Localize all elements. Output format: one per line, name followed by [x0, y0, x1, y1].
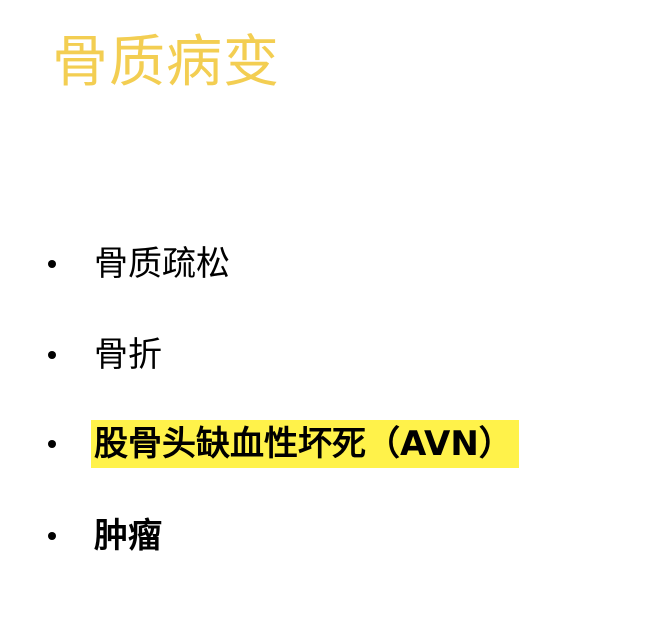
bullet-dot-icon: [48, 440, 56, 448]
bullet-dot-icon: [48, 260, 56, 268]
bullet-text: 肿瘤: [94, 516, 162, 556]
bullet-item-2: 骨折: [0, 331, 666, 379]
bullet-text-highlighted: 股骨头缺血性坏死（AVN）: [91, 420, 519, 468]
bullet-text: 骨质疏松: [94, 244, 230, 284]
bullet-text: 骨折: [94, 335, 162, 375]
slide: 骨质病变 骨质疏松 骨折 股骨头缺血性坏死（AVN） 肿瘤: [0, 0, 666, 620]
bullet-list: 骨质疏松 骨折 股骨头缺血性坏死（AVN） 肿瘤: [0, 0, 666, 620]
bullet-item-1: 骨质疏松: [0, 240, 666, 288]
bullet-item-3: 股骨头缺血性坏死（AVN）: [0, 420, 666, 468]
bullet-dot-icon: [48, 532, 56, 540]
bullet-dot-icon: [48, 351, 56, 359]
bullet-item-4: 肿瘤: [0, 512, 666, 560]
